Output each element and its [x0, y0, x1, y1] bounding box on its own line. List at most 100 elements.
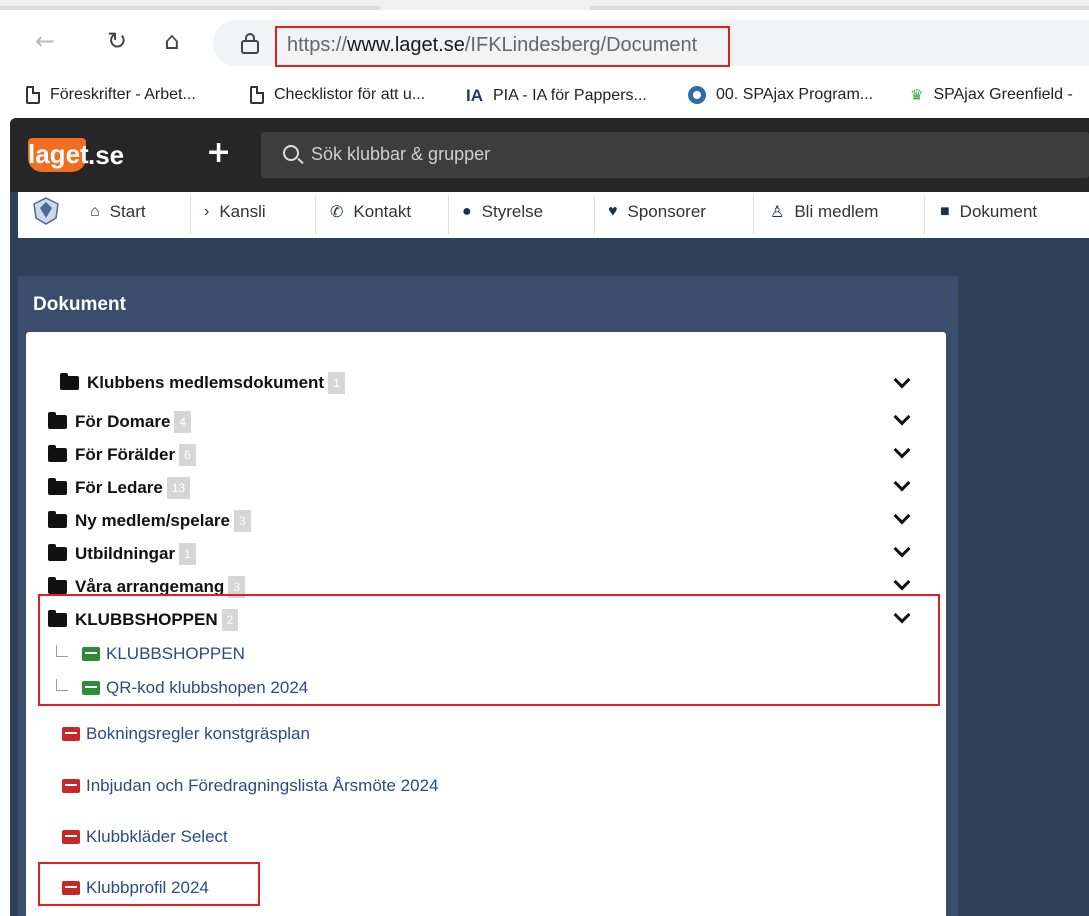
folder-icon — [48, 445, 67, 462]
file-name: Bokningsregler konstgräsplan — [86, 724, 310, 743]
folder-name: Klubbens medlemsdokument — [87, 373, 325, 392]
nav-item-start[interactable]: ⌂ Start — [90, 202, 146, 222]
folder-item[interactable]: För Förälder 6 — [48, 444, 196, 466]
home-icon: ⌂ — [90, 203, 100, 220]
bookmarks-bar: Föreskrifter - Arbet... Checklistor för … — [0, 76, 1089, 118]
chevron-down-icon[interactable] — [893, 507, 911, 525]
chevron-down-icon[interactable] — [893, 540, 911, 558]
chevron-down-icon[interactable] — [893, 573, 911, 591]
folder-count: 4 — [174, 411, 192, 433]
nav-item-sponsorer[interactable]: ♥ Sponsorer — [608, 202, 706, 222]
search-placeholder: Sök klubbar & grupper — [311, 144, 491, 164]
bookmark-item[interactable]: 00. SPAjax Program... — [688, 86, 873, 104]
folder-icon — [60, 373, 79, 390]
bookmark-item[interactable]: IA PIA - IA för Pappers... — [466, 86, 647, 106]
folder-count: 1 — [179, 543, 196, 565]
nav-label: Sponsorer — [627, 202, 706, 221]
nav-label: Kansli — [219, 202, 266, 221]
nav-item-kansli[interactable]: › Kansli — [204, 202, 266, 222]
bookmark-item[interactable]: ♛ SPAjax Greenfield - — [910, 86, 1073, 104]
page-content: laget .se + Sök klubbar & grupper ⌂ Star… — [10, 118, 1089, 916]
logo-shield: laget — [28, 138, 89, 172]
tab-strip — [0, 0, 1089, 10]
nav-divider — [924, 196, 925, 234]
nav-item-dokument[interactable]: ■ Dokument — [940, 202, 1037, 222]
folder-name: För Förälder — [75, 445, 176, 464]
panel-title: Dokument — [33, 294, 126, 315]
folder-name: Utbildningar — [75, 544, 176, 563]
folder-icon — [48, 577, 67, 594]
chevron-right-icon: › — [204, 203, 210, 220]
documents-card: Klubbens medlemsdokument 1 För Domare 4 … — [26, 332, 946, 916]
file-link[interactable]: Klubbkläder Select — [62, 827, 228, 847]
bookmark-item[interactable]: Föreskrifter - Arbet... — [26, 86, 196, 104]
nav-label: Dokument — [959, 202, 1038, 221]
file-name: Inbjudan och Föredragningslista Årsmöte … — [86, 776, 439, 795]
chevron-down-icon[interactable] — [893, 371, 911, 389]
folder-count: 1 — [328, 372, 345, 394]
nav-divider — [448, 196, 449, 234]
pdf-icon — [62, 779, 80, 793]
lock-icon[interactable] — [240, 32, 260, 54]
chevron-down-icon[interactable] — [893, 474, 911, 492]
file-link[interactable]: Inbjudan och Föredragningslista Årsmöte … — [62, 776, 439, 796]
folder-count: 3 — [233, 510, 251, 532]
folder-item[interactable]: Ny medlem/spelare 3 — [48, 510, 251, 532]
q-logo-icon — [688, 86, 706, 104]
bookmark-label: 00. SPAjax Program... — [716, 86, 874, 103]
pdf-icon — [62, 830, 80, 844]
folder-icon — [48, 412, 67, 429]
pdf-icon — [62, 727, 80, 741]
home-icon[interactable]: ⌂ — [157, 26, 187, 56]
folder-count: 6 — [179, 444, 196, 466]
user-icon: ● — [462, 203, 472, 220]
reload-icon[interactable]: ↻ — [102, 26, 132, 56]
bookmark-label: Föreskrifter - Arbet... — [50, 86, 196, 103]
folder-item[interactable]: Utbildningar 1 — [48, 543, 196, 565]
nav-item-bli-medlem[interactable]: ♙ Bli medlem — [770, 202, 878, 222]
bookmark-item[interactable]: Checklistor för att u... — [250, 86, 425, 104]
klubbprofil-highlight-box — [38, 862, 260, 906]
crown-icon: ♛ — [910, 87, 924, 104]
folder-name: För Domare — [75, 412, 171, 431]
folder-count: 13 — [166, 477, 191, 499]
nav-divider — [753, 196, 754, 234]
chevron-down-icon[interactable] — [893, 408, 911, 426]
search-icon — [283, 145, 299, 161]
nav-divider — [315, 196, 316, 234]
back-icon[interactable]: ← — [30, 26, 60, 56]
search-input[interactable]: Sök klubbar & grupper — [261, 132, 1089, 178]
folder-icon — [48, 478, 67, 495]
folder-name: Ny medlem/spelare — [75, 511, 230, 530]
laget-logo[interactable]: laget .se — [28, 138, 124, 172]
documents-panel: Dokument Klubbens medlemsdokument 1 För … — [18, 276, 958, 916]
file-link[interactable]: Bokningsregler konstgräsplan — [62, 724, 310, 744]
folder-item[interactable]: För Ledare 13 — [48, 477, 191, 499]
site-header: laget .se + Sök klubbar & grupper — [10, 118, 1089, 192]
plus-icon[interactable]: + — [206, 138, 231, 168]
folder-icon — [48, 511, 67, 528]
nav-divider — [594, 196, 595, 234]
nav-divider — [190, 196, 191, 234]
chevron-down-icon[interactable] — [893, 441, 911, 459]
url-highlight-box — [275, 26, 730, 67]
phone-icon: ✆ — [330, 204, 344, 221]
nav-label: Kontakt — [353, 202, 412, 221]
club-nav: ⌂ Start › Kansli ✆ Kontakt ● Styrelse ♥ … — [18, 192, 1089, 238]
heart-icon: ♥ — [608, 203, 618, 220]
club-crest-icon[interactable] — [32, 196, 60, 226]
bookmark-label: PIA - IA för Pappers... — [493, 87, 647, 104]
bookmark-label: Checklistor för att u... — [274, 86, 426, 103]
folder-icon — [48, 544, 67, 561]
folder-name: För Ledare — [75, 478, 163, 497]
nav-item-kontakt[interactable]: ✆ Kontakt — [330, 202, 411, 222]
logo-suffix: .se — [88, 139, 125, 170]
folder-item[interactable]: Klubbens medlemsdokument 1 — [60, 372, 345, 394]
nav-label: Start — [109, 202, 146, 221]
nav-label: Bli medlem — [794, 202, 879, 221]
nav-item-styrelse[interactable]: ● Styrelse — [462, 202, 543, 222]
document-icon — [250, 86, 264, 104]
browser-toolbar: ← ↻ ⌂ https://www.laget.se/IFKLindesberg… — [0, 10, 1089, 76]
folder-item[interactable]: För Domare 4 — [48, 411, 192, 433]
file-icon: ■ — [940, 203, 950, 220]
